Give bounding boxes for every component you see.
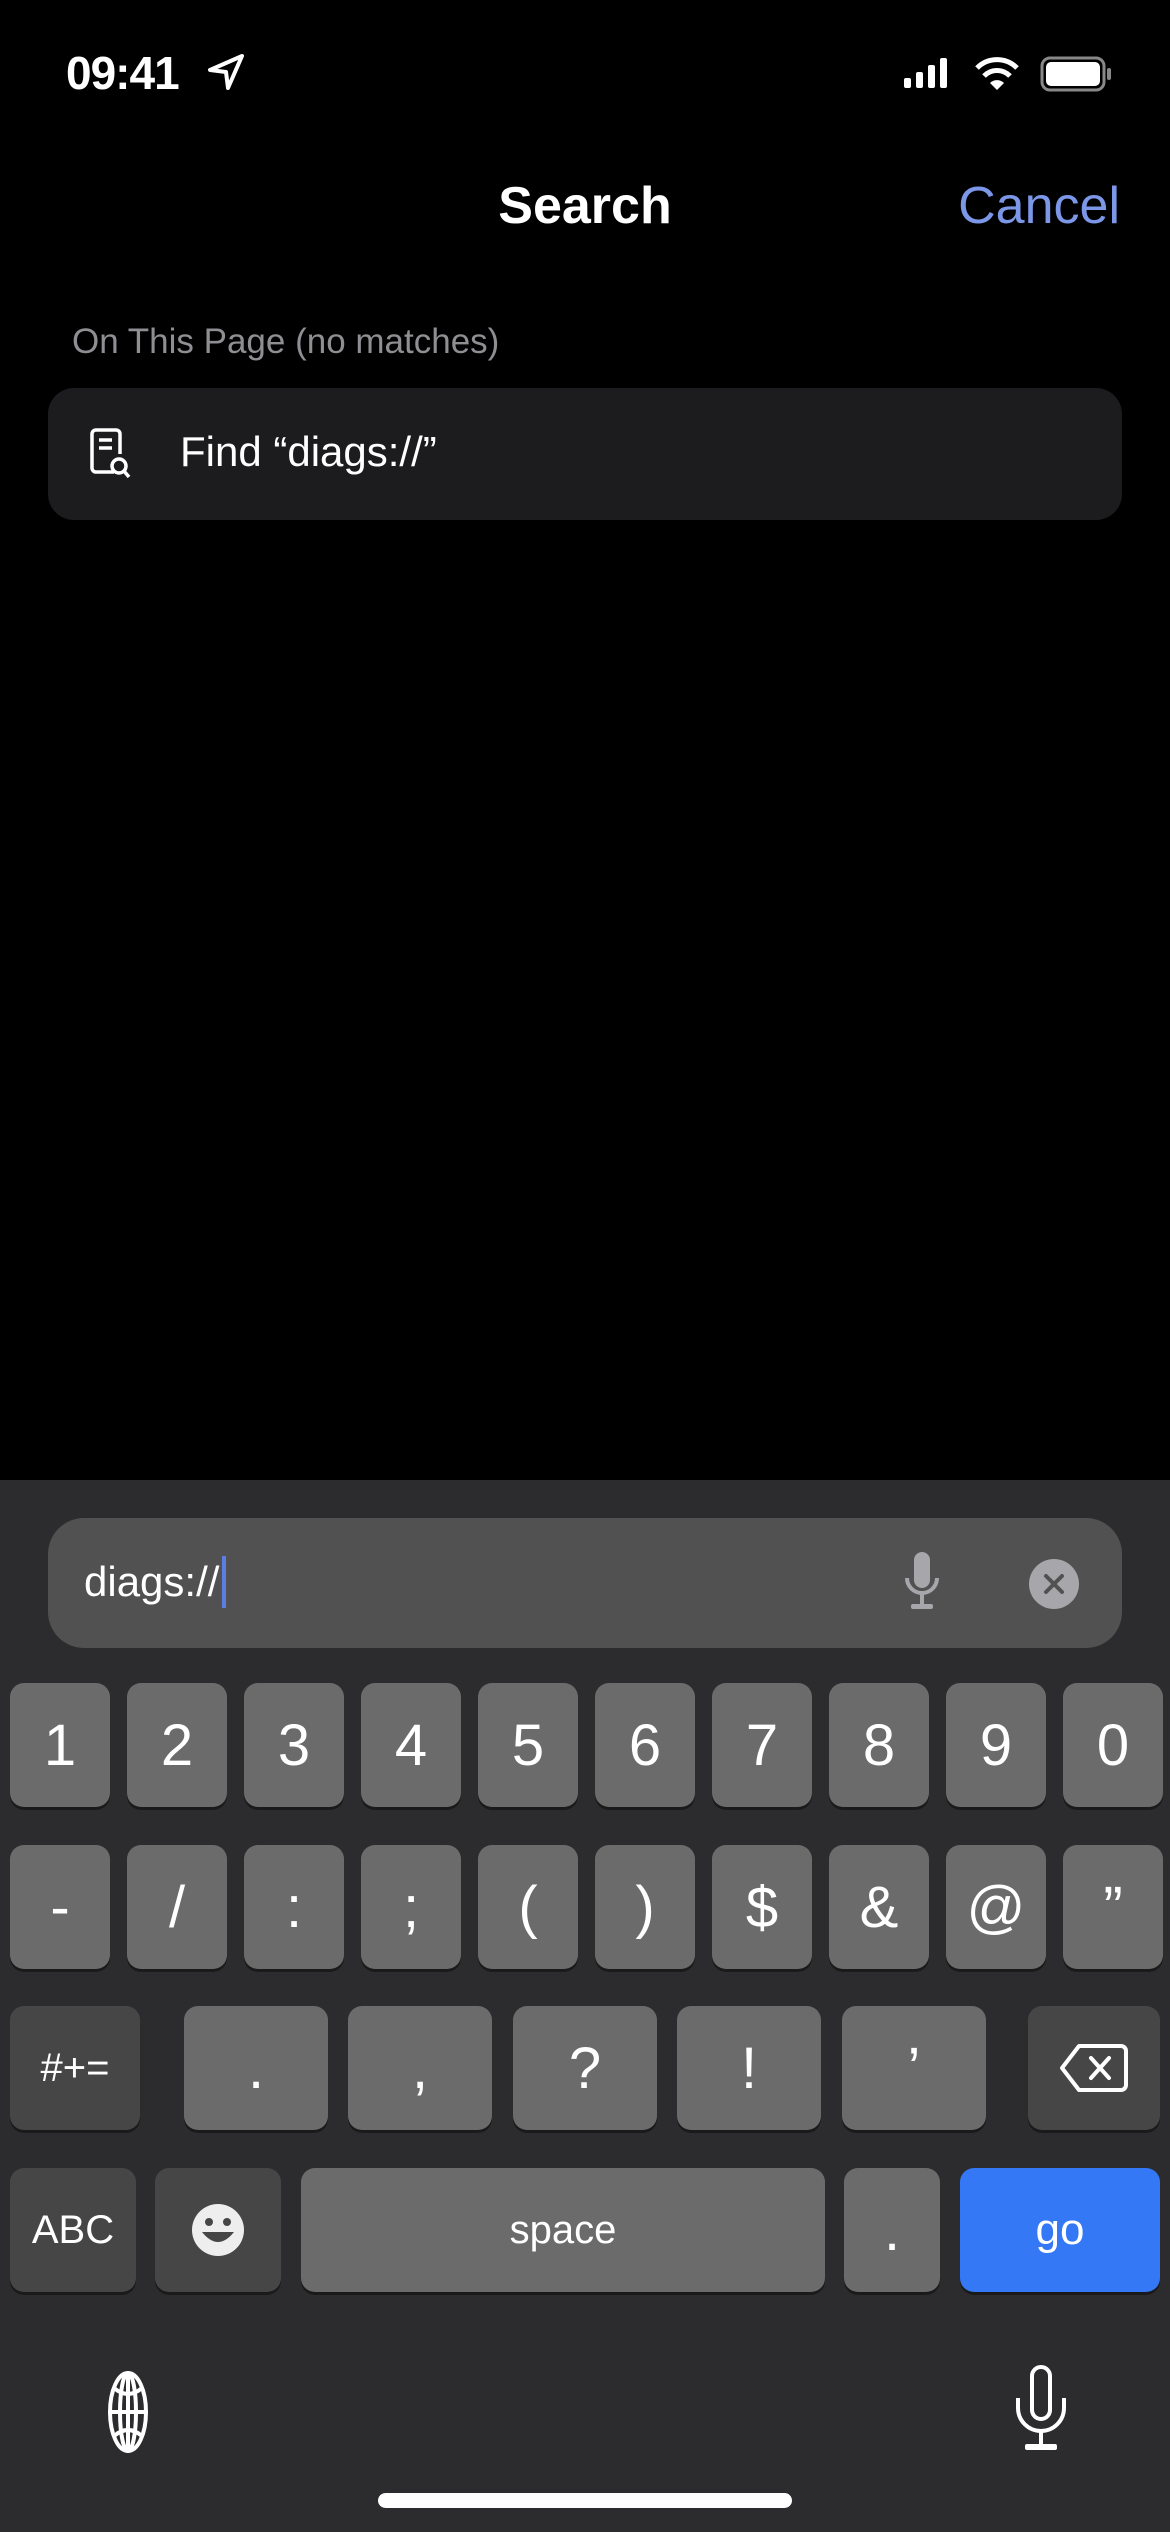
- key-row1-0[interactable]: 1: [10, 1683, 110, 1807]
- search-input-value[interactable]: diags://: [84, 1558, 219, 1606]
- key-row2-1[interactable]: /: [127, 1845, 227, 1969]
- text-caret: [222, 1556, 226, 1608]
- key-row1-8[interactable]: 9: [946, 1683, 1046, 1807]
- find-row-label: Find “diags://”: [180, 428, 437, 475]
- key-row1-3[interactable]: 4: [361, 1683, 461, 1807]
- wifi-icon: [975, 57, 1019, 90]
- location-arrow-icon: [208, 54, 244, 90]
- key-row2-6[interactable]: $: [712, 1845, 812, 1969]
- dictation-microphone-icon[interactable]: [1010, 2364, 1072, 2456]
- key-go[interactable]: go: [960, 2168, 1160, 2292]
- key-row2-4[interactable]: (: [478, 1845, 578, 1969]
- key-row1-7[interactable]: 8: [829, 1683, 929, 1807]
- cellular-signal-icon: [904, 58, 947, 88]
- key-punct-4[interactable]: ’: [842, 2006, 986, 2130]
- battery-icon: [1040, 56, 1111, 92]
- key-row2-2[interactable]: :: [244, 1845, 344, 1969]
- key-space[interactable]: space: [301, 2168, 825, 2292]
- key-abc[interactable]: ABC: [10, 2168, 136, 2292]
- key-punct-1[interactable]: ,: [348, 2006, 492, 2130]
- key-row2-9[interactable]: ”: [1063, 1845, 1163, 1969]
- clear-icon[interactable]: [1028, 1558, 1080, 1610]
- emoji-icon: [192, 2204, 244, 2256]
- home-indicator[interactable]: [378, 2493, 792, 2508]
- key-emoji[interactable]: [155, 2168, 281, 2292]
- key-punct-0[interactable]: .: [184, 2006, 328, 2130]
- key-row1-4[interactable]: 5: [478, 1683, 578, 1807]
- key-delete[interactable]: [1028, 2006, 1160, 2130]
- key-row2-3[interactable]: ;: [361, 1845, 461, 1969]
- section-header: On This Page (no matches): [72, 322, 500, 361]
- key-row1-9[interactable]: 0: [1063, 1683, 1163, 1807]
- key-row1-6[interactable]: 7: [712, 1683, 812, 1807]
- globe-icon[interactable]: [84, 2370, 172, 2454]
- key-row2-7[interactable]: &: [829, 1845, 929, 1969]
- key-row1-1[interactable]: 2: [127, 1683, 227, 1807]
- find-in-page-icon: [90, 428, 131, 479]
- key-row2-8[interactable]: @: [946, 1845, 1046, 1969]
- microphone-icon[interactable]: [904, 1552, 940, 1614]
- key-symbols-toggle[interactable]: #+=: [10, 2006, 140, 2130]
- delete-backspace-icon: [1060, 2044, 1128, 2092]
- status-time: 09:41: [66, 47, 180, 99]
- key-row2-0[interactable]: -: [10, 1845, 110, 1969]
- cancel-button[interactable]: Cancel: [958, 176, 1120, 236]
- key-period[interactable]: .: [844, 2168, 940, 2292]
- key-row1-2[interactable]: 3: [244, 1683, 344, 1807]
- key-punct-2[interactable]: ?: [513, 2006, 657, 2130]
- key-row2-5[interactable]: ): [595, 1845, 695, 1969]
- key-punct-3[interactable]: !: [677, 2006, 821, 2130]
- key-row1-5[interactable]: 6: [595, 1683, 695, 1807]
